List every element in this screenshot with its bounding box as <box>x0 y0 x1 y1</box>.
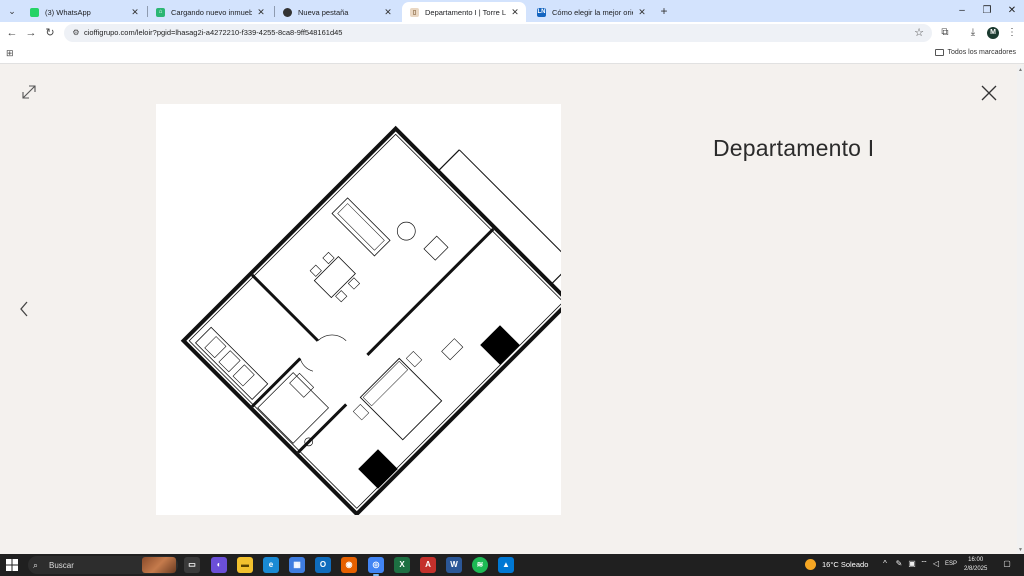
floor-plan-drawing <box>180 125 561 515</box>
sun-icon <box>805 559 816 570</box>
forward-button[interactable]: → <box>23 25 39 41</box>
address-bar[interactable]: ⚙ cioffigrupo.com/leloir?pgid=lhasag2i-a… <box>64 24 932 42</box>
chevron-up-icon[interactable]: ^ <box>879 559 891 568</box>
chrome-icon[interactable]: ◎ <box>368 557 384 576</box>
tab-departamento[interactable]: ▯ Departamento I | Torre Leloir ✕ <box>402 2 526 22</box>
close-tab-icon[interactable]: ✕ <box>637 7 647 18</box>
expand-icon[interactable] <box>20 83 38 101</box>
browser-toolbar: ← → ↻ ⚙ cioffigrupo.com/leloir?pgid=lhas… <box>0 22 1024 44</box>
bookmark-star-icon[interactable]: ☆ <box>914 26 924 39</box>
search-icon: ⌕ <box>33 559 39 570</box>
close-icon[interactable] <box>981 85 997 101</box>
scroll-up-icon[interactable]: ▲ <box>1017 67 1024 73</box>
tab-title: Nueva pestaña <box>298 7 349 17</box>
weather-widget[interactable]: 16°C Soleado <box>805 559 868 570</box>
spotify-icon[interactable]: ≋ <box>472 557 488 573</box>
tab-title: Departamento I | Torre Leloir <box>425 7 506 17</box>
tab-nueva-pestana[interactable]: Nueva pestaña ✕ <box>275 2 399 22</box>
photos-icon[interactable]: ▲ <box>498 557 514 573</box>
volume-icon[interactable]: ◁ <box>930 559 942 568</box>
extensions-icon[interactable]: ⧉ <box>937 25 953 41</box>
outlook-icon[interactable]: O <box>315 557 331 573</box>
previous-arrow-icon[interactable] <box>18 300 30 318</box>
search-placeholder: Buscar <box>49 560 74 570</box>
url-text: cioffigrupo.com/leloir?pgid=lhasag2i-a42… <box>84 28 343 37</box>
minimize-button[interactable]: – <box>952 3 972 19</box>
page-scrollbar[interactable]: ▲ ▼ <box>1017 65 1024 554</box>
globe-icon <box>283 7 292 17</box>
close-tab-icon[interactable]: ✕ <box>510 7 520 18</box>
tab-cargando-inmueble[interactable]: ⌂ Cargando nuevo inmueble - ICB ✕ <box>148 2 272 22</box>
windows-taskbar: ⌕ Buscar ▭ ◐ ▬ e ▦ O ◉ ◎ X A W ≋ ▲ 16°C … <box>0 554 1024 576</box>
folder-icon <box>934 49 944 56</box>
task-view-icon[interactable]: ▭ <box>184 557 200 573</box>
weather-text: 16°C Soleado <box>822 560 869 569</box>
profile-avatar[interactable]: M <box>987 27 999 39</box>
copilot-icon[interactable]: ◐ <box>211 557 227 573</box>
scroll-down-icon[interactable]: ▼ <box>1017 547 1024 553</box>
clock-date: 2/8/2025 <box>964 566 988 572</box>
new-tab-button[interactable]: + <box>657 4 671 18</box>
windows-start-icon[interactable] <box>6 559 18 571</box>
acrobat-icon[interactable]: A <box>420 557 436 573</box>
wifi-icon[interactable]: ⌔ <box>918 559 930 569</box>
ln-icon: LN <box>537 7 546 17</box>
pen-icon[interactable]: ✎ <box>893 559 905 568</box>
search-highlight-image <box>142 557 176 573</box>
close-window-button[interactable]: ✕ <box>1002 3 1022 19</box>
apps-grid-icon[interactable]: ⊞ <box>6 48 16 58</box>
house-icon: ⌂ <box>156 7 165 17</box>
firefox-icon[interactable]: ◉ <box>341 557 357 573</box>
edge-icon[interactable]: e <box>263 557 279 573</box>
all-bookmarks-label: Todos los marcadores <box>947 49 1016 56</box>
lightbox: Departamento I <box>0 65 1017 554</box>
close-tab-icon[interactable]: ✕ <box>256 7 266 18</box>
whatsapp-icon <box>30 7 39 17</box>
tab-search-icon[interactable]: ⌄ <box>4 3 20 19</box>
close-tab-icon[interactable]: ✕ <box>130 7 140 18</box>
reload-button[interactable]: ↻ <box>42 25 58 41</box>
taskbar-search[interactable]: ⌕ Buscar <box>28 556 178 574</box>
tab-como-elegir[interactable]: LN Cómo elegir la mejor orientació ✕ <box>529 2 653 22</box>
bookmarks-bar: ⊞ Todos los marcadores <box>0 44 1024 64</box>
display-icon[interactable]: ▣ <box>906 559 918 568</box>
tab-title: Cómo elegir la mejor orientació <box>552 7 633 17</box>
all-bookmarks-button[interactable]: Todos los marcadores <box>934 49 1016 56</box>
store-icon[interactable]: ▦ <box>289 557 305 573</box>
floor-plan-image <box>156 104 561 515</box>
page-icon: ▯ <box>410 7 419 17</box>
excel-icon[interactable]: X <box>394 557 410 573</box>
clock-time: 16:00 <box>968 557 984 563</box>
clock[interactable]: 16:00 2/8/2025 <box>964 556 987 574</box>
file-explorer-icon[interactable]: ▬ <box>237 557 253 573</box>
close-tab-icon[interactable]: ✕ <box>383 7 393 18</box>
downloads-icon[interactable]: ⤓ <box>965 25 981 41</box>
menu-icon[interactable]: ⋮ <box>1004 25 1020 41</box>
language-indicator[interactable]: ESP <box>945 561 957 567</box>
site-settings-icon[interactable]: ⚙ <box>70 27 82 39</box>
notification-icon[interactable]: ▢ <box>1001 559 1013 571</box>
word-icon[interactable]: W <box>446 557 462 573</box>
tab-whatsapp[interactable]: (3) WhatsApp ✕ <box>22 2 146 22</box>
tab-strip: ⌄ (3) WhatsApp ✕ ⌂ Cargando nuevo inmueb… <box>0 0 1024 22</box>
tab-title: (3) WhatsApp <box>45 7 91 17</box>
tab-title: Cargando nuevo inmueble - ICB <box>171 7 252 17</box>
back-button[interactable]: ← <box>4 25 20 41</box>
page-title: Departamento I <box>713 135 875 161</box>
restore-button[interactable]: ❐ <box>977 3 997 19</box>
